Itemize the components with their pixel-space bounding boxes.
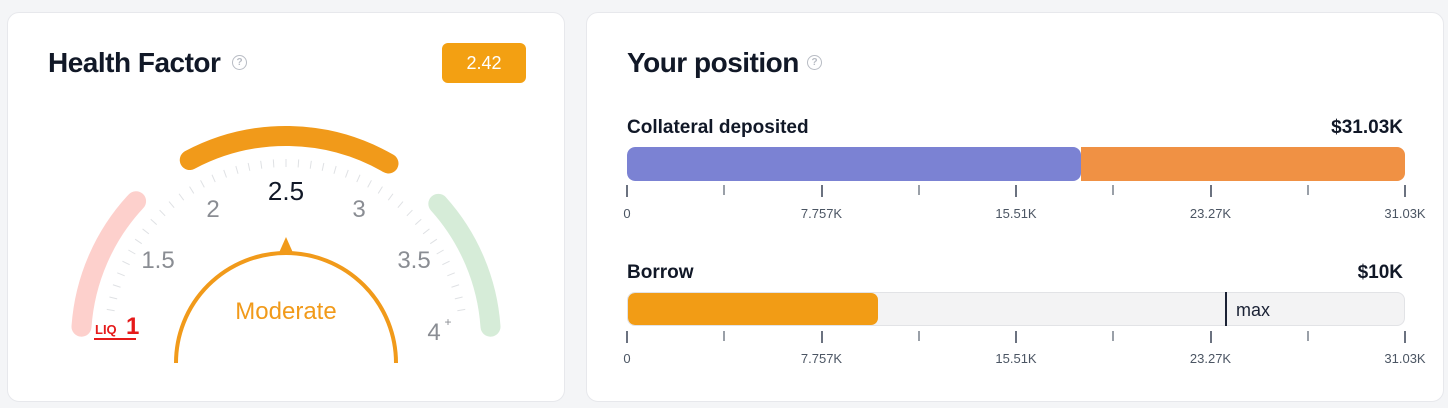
question-circle-icon[interactable]: ? <box>807 55 822 70</box>
gauge-tick <box>168 201 175 209</box>
gauge-label-max-suffix: + <box>444 315 451 329</box>
gauge-tick <box>200 180 205 188</box>
collateral-bar <box>627 147 1405 181</box>
gauge-tick <box>345 169 349 178</box>
gauge-tick <box>247 162 251 171</box>
gauge-tick <box>309 160 312 169</box>
gauge-tick <box>223 169 227 178</box>
gauge-label-3-5: 3.5 <box>397 247 430 274</box>
gauge-tick <box>159 209 166 217</box>
health-status-label: Moderate <box>235 298 336 325</box>
axis-tick-label: 23.27K <box>1189 206 1232 221</box>
gauge-tick <box>109 296 118 300</box>
gauge-tick <box>112 284 121 288</box>
gauge-tick <box>211 174 216 183</box>
gauge-tick <box>122 260 130 266</box>
axis-tick-label: 23.27K <box>1189 351 1232 366</box>
gauge-tick <box>333 165 337 174</box>
axis-tick <box>1209 331 1212 343</box>
gauge-tick <box>397 201 404 209</box>
gauge-label-1-5: 1.5 <box>141 247 174 274</box>
gauge-tick <box>142 228 150 235</box>
axis-tick <box>1209 185 1212 197</box>
gauge-tick <box>454 296 463 300</box>
gauge-tick <box>436 249 444 255</box>
axis-tick-label: 0 <box>623 206 631 221</box>
gauge-tick <box>235 165 239 174</box>
borrow-max-marker <box>1225 292 1228 326</box>
axis-tick <box>1404 331 1406 343</box>
axis-tick <box>723 331 726 341</box>
gauge-tick <box>414 218 422 225</box>
axis-tick-label: 15.51K <box>995 351 1037 366</box>
gauge-tick <box>442 260 450 266</box>
collateral-segment-2 <box>1080 147 1405 181</box>
axis-tick-label: 7.757K <box>800 206 843 221</box>
gauge-safe-arc <box>428 193 501 337</box>
gauge-tick <box>260 160 263 169</box>
axis-tick <box>1015 331 1017 343</box>
gauge-tick <box>377 186 383 194</box>
gauge-tick <box>447 272 455 277</box>
gauge-tick <box>150 218 158 225</box>
liquidation-value: 1 <box>126 313 139 340</box>
health-factor-gauge: 2.5 2 3 1.5 3.5 4 + LIQ 1 Moderate <box>71 126 501 364</box>
health-factor-card: Health Factor ? 2.42 2.5 2 3 1.5 3.5 4 +… <box>7 12 565 402</box>
borrow-max-label: max <box>1236 300 1271 320</box>
gauge-tick <box>321 162 325 171</box>
collateral-amount: $31.03K <box>1331 117 1403 138</box>
axis-tick <box>820 185 823 197</box>
gauge-label-4: 4 <box>427 319 440 346</box>
gauge-tick <box>367 180 372 188</box>
axis-tick <box>1112 185 1115 195</box>
axis-tick-label: 15.51K <box>995 206 1037 221</box>
gauge-tick <box>272 159 275 168</box>
gauge-tick <box>451 284 460 288</box>
axis-tick <box>917 331 920 341</box>
axis-tick-label: 7.757K <box>800 351 843 366</box>
axis-tick <box>1404 185 1406 197</box>
gauge-tick <box>189 186 195 194</box>
axis-tick <box>626 331 628 343</box>
gauge-tick <box>387 193 394 201</box>
gauge-tick <box>106 308 115 312</box>
gauge-tick <box>134 238 143 245</box>
axis-tick <box>626 185 628 197</box>
gauge-needle-indicator <box>278 237 294 255</box>
axis-tick <box>917 185 920 195</box>
borrow-axis-ticks <box>626 331 1406 345</box>
axis-tick-label: 31.03K <box>1384 351 1426 366</box>
gauge-label-current: 2.5 <box>268 176 304 206</box>
gauge-tick <box>356 174 361 183</box>
borrow-bar <box>627 292 1405 326</box>
gauge-tick <box>178 193 185 201</box>
collateral-label: Collateral deposited <box>627 117 809 138</box>
collateral-segment-1 <box>627 147 1081 181</box>
axis-tick <box>1306 331 1309 341</box>
gauge-label-2: 2 <box>206 196 219 223</box>
borrow-amount: $10K <box>1357 262 1403 283</box>
borrow-fill <box>628 293 878 325</box>
axis-tick <box>820 331 823 343</box>
gauge-tick <box>128 249 136 255</box>
liquidation-label: LIQ <box>95 322 117 337</box>
gauge-tick <box>117 272 125 277</box>
gauge-tick <box>422 228 430 235</box>
axis-tick <box>723 185 726 195</box>
your-position-card: Your position ? Collateral deposited $31… <box>586 12 1444 402</box>
gauge-label-3: 3 <box>352 196 365 223</box>
borrow-label: Borrow <box>627 262 694 283</box>
axis-tick <box>1306 185 1309 195</box>
axis-tick-label: 31.03K <box>1384 206 1426 221</box>
gauge-tick <box>429 238 438 245</box>
your-position-title: Your position <box>627 47 799 78</box>
gauge-tick <box>457 308 466 312</box>
axis-tick <box>1015 185 1017 197</box>
axis-tick-label: 0 <box>623 351 631 366</box>
gauge-tick <box>406 209 413 217</box>
gauge-tick <box>297 159 300 168</box>
gauge-moderate-arc <box>179 126 399 174</box>
collateral-axis-ticks <box>626 185 1406 199</box>
axis-tick <box>1112 331 1115 341</box>
